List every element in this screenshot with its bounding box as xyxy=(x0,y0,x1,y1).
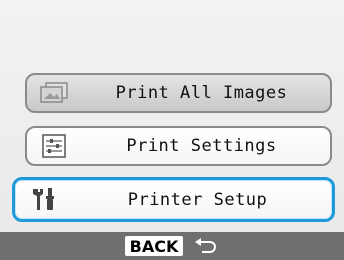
settings-icon xyxy=(37,134,71,158)
print-all-images-label: Print All Images xyxy=(115,83,288,103)
all-images-icon xyxy=(37,81,71,105)
back-button[interactable]: BACK xyxy=(124,236,184,256)
print-all-images-button[interactable]: Print All Images xyxy=(25,73,332,113)
printer-menu-screen: Print All Images Print Settings Printer … xyxy=(0,0,344,260)
return-arrow-icon xyxy=(195,238,217,253)
printer-setup-label: Printer Setup xyxy=(127,189,268,210)
footer-bar: BACK xyxy=(0,232,344,260)
printer-setup-button[interactable]: Printer Setup xyxy=(12,177,335,222)
tools-icon xyxy=(27,187,61,211)
print-settings-button[interactable]: Print Settings xyxy=(25,126,332,166)
print-settings-label: Print Settings xyxy=(126,136,277,156)
